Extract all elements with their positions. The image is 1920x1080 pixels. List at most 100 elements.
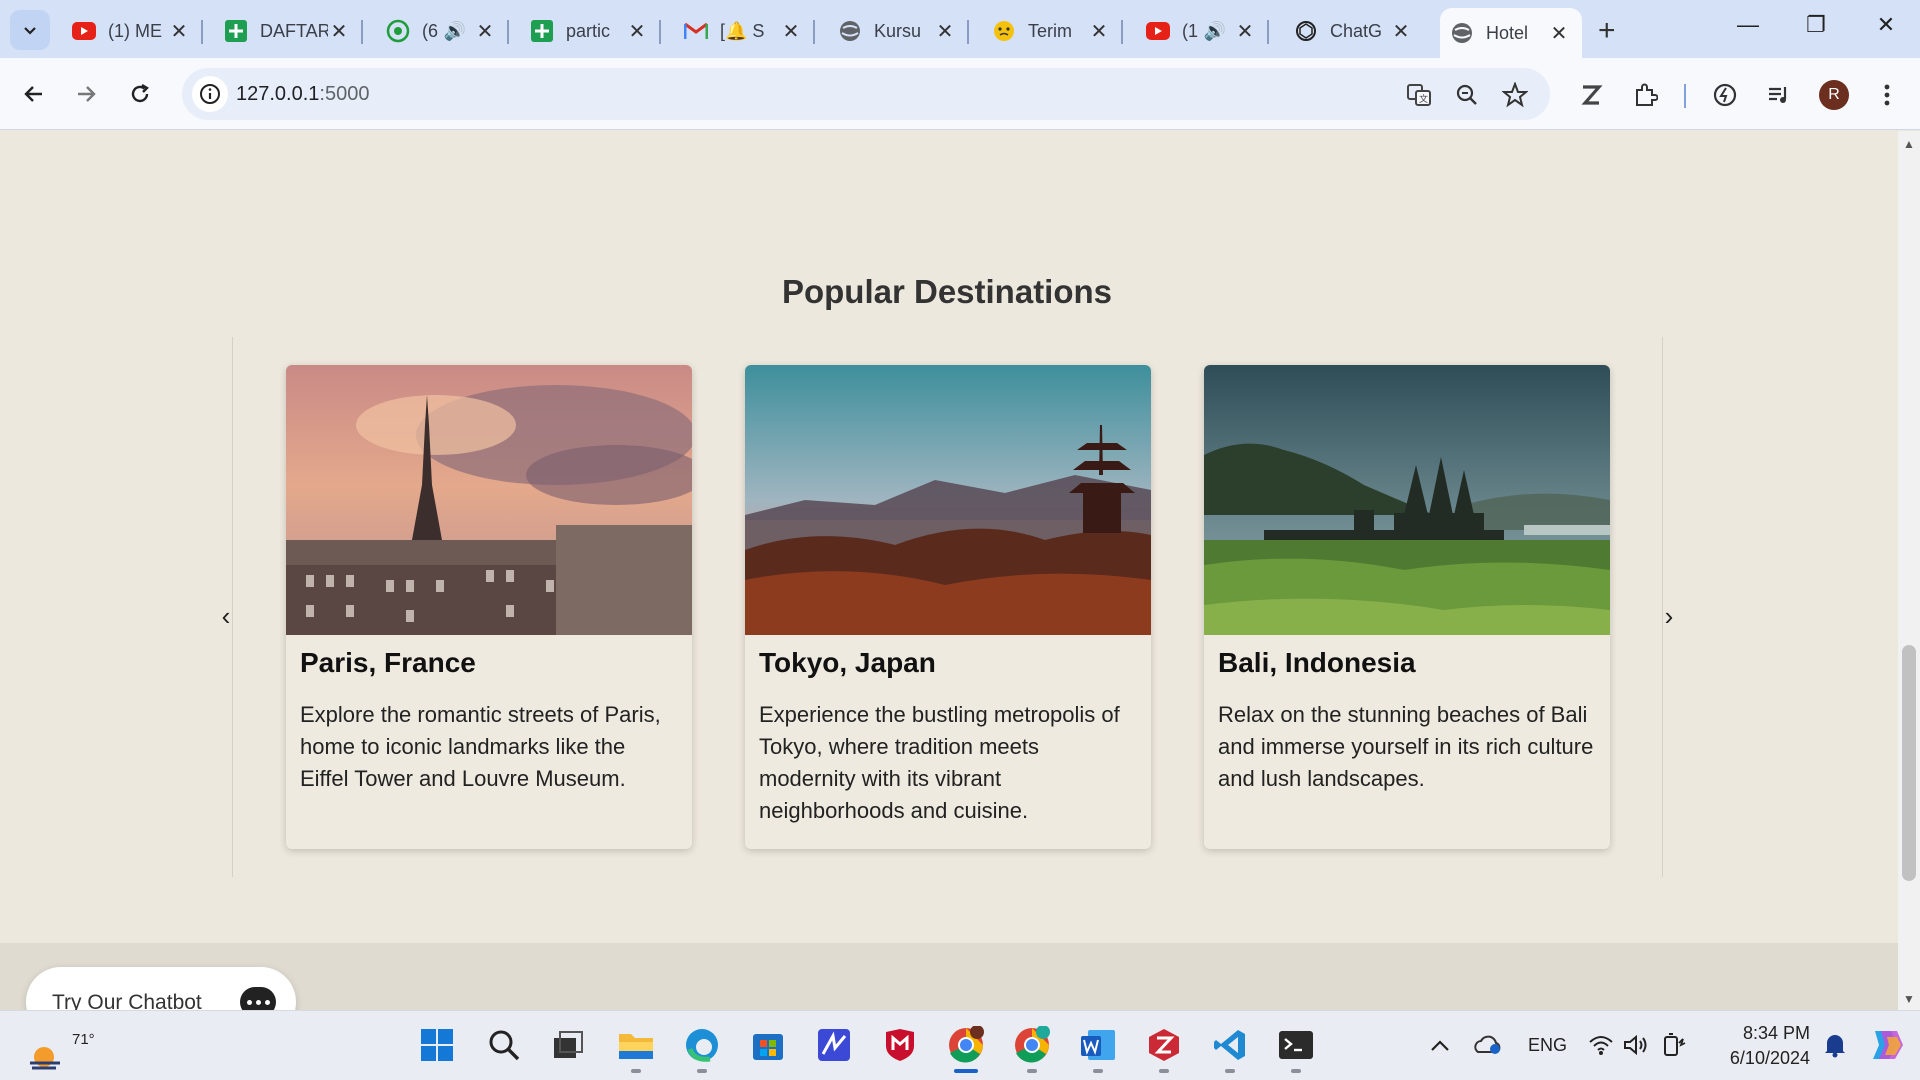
globe-icon: [1450, 21, 1474, 45]
windows-taskbar: 71° ENG 8:34 PM 6/10/2024: [0, 1010, 1920, 1080]
show-hidden-icons-button[interactable]: [1420, 1029, 1460, 1061]
destination-card-paris[interactable]: Paris, France Explore the romantic stree…: [286, 365, 692, 849]
destination-name: Bali, Indonesia: [1218, 647, 1416, 678]
browser-tab[interactable]: Kursu ✕: [828, 8, 969, 54]
language-indicator[interactable]: ENG: [1528, 1035, 1567, 1056]
weather-icon: [30, 1047, 60, 1070]
media-controls-icon[interactable]: [1764, 80, 1794, 110]
volume-icon[interactable]: [1620, 1029, 1654, 1061]
scroll-up-arrow-icon[interactable]: ▲: [1903, 137, 1915, 151]
destination-name: Paris, France: [300, 647, 476, 678]
chevron-up-icon: [1431, 1040, 1449, 1051]
svg-text:文: 文: [1419, 93, 1428, 105]
browser-tab[interactable]: (1) ME ✕: [62, 8, 203, 54]
browser-tab[interactable]: DAFTAR ✕: [214, 8, 363, 54]
minimize-button[interactable]: —: [1728, 12, 1768, 38]
tab-title: DAFTAR: [260, 20, 328, 41]
destination-card-bali[interactable]: Bali, Indonesia Relax on the stunning be…: [1204, 365, 1610, 849]
tab-search-button[interactable]: [10, 10, 50, 50]
close-icon[interactable]: ✕: [1234, 20, 1256, 43]
more-menu-icon[interactable]: [1872, 80, 1902, 110]
destination-card-tokyo[interactable]: Tokyo, Japan Experience the bustling met…: [745, 365, 1151, 849]
scroll-down-arrow-icon[interactable]: ▼: [1903, 992, 1915, 1006]
copilot-icon[interactable]: [1864, 1025, 1908, 1065]
browser-tab[interactable]: Terim ✕: [982, 8, 1123, 54]
forward-button[interactable]: [68, 76, 104, 112]
profile-avatar[interactable]: R: [1819, 80, 1849, 110]
notification-bell-icon[interactable]: [1818, 1029, 1852, 1061]
close-icon[interactable]: ✕: [1390, 20, 1412, 43]
weather-widget[interactable]: 71°: [24, 1023, 95, 1071]
bookmark-star-icon[interactable]: [1500, 80, 1530, 110]
browser-tab[interactable]: (6 🔊 ✕: [376, 8, 509, 54]
address-bar[interactable]: 127.0.0.1:5000 文: [182, 68, 1550, 120]
onedrive-tray-icon[interactable]: [1468, 1029, 1508, 1061]
chevron-down-icon: [24, 27, 36, 35]
task-view-icon: [554, 1031, 583, 1058]
close-icon[interactable]: ✕: [474, 20, 496, 43]
browser-tab-active[interactable]: Hotel ✕: [1440, 8, 1582, 58]
youtube-icon: [72, 19, 96, 43]
browser-tab[interactable]: [🔔 S ✕: [674, 8, 815, 54]
taskbar-store[interactable]: [748, 1025, 788, 1065]
translate-icon[interactable]: 文: [1404, 80, 1434, 110]
taskbar-word[interactable]: [1078, 1025, 1118, 1073]
store-icon: [753, 1034, 783, 1060]
destination-description: Explore the romantic streets of Paris, h…: [300, 702, 661, 791]
taskbar-app-purple[interactable]: [814, 1025, 854, 1065]
close-icon[interactable]: ✕: [934, 20, 956, 43]
back-button[interactable]: [16, 76, 52, 112]
folder-icon: [619, 1034, 653, 1059]
whatsapp-icon: [386, 19, 410, 43]
search-icon: [489, 1030, 520, 1061]
globe-icon: [838, 19, 862, 43]
start-button[interactable]: [417, 1025, 457, 1065]
close-window-button[interactable]: ✕: [1866, 12, 1906, 38]
taskbar-search-button[interactable]: [484, 1025, 524, 1065]
wifi-icon[interactable]: [1584, 1029, 1618, 1061]
gmail-icon: [684, 19, 708, 43]
carousel-next-button[interactable]: ›: [1657, 601, 1681, 632]
browser-toolbar: 127.0.0.1:5000 文 R: [0, 58, 1920, 130]
chatbot-button[interactable]: Try Our Chatbot: [26, 967, 296, 1010]
site-info-icon[interactable]: [192, 76, 228, 112]
page-scrollbar[interactable]: ▲ ▼: [1898, 131, 1920, 1010]
url-text[interactable]: 127.0.0.1:5000: [236, 83, 369, 106]
battery-icon[interactable]: [1656, 1029, 1690, 1061]
chatbot-label: Try Our Chatbot: [52, 991, 202, 1010]
close-icon[interactable]: ✕: [780, 20, 802, 43]
zoom-icon[interactable]: [1452, 80, 1482, 110]
taskbar-file-explorer[interactable]: [616, 1025, 656, 1073]
destination-name: Tokyo, Japan: [759, 647, 936, 678]
performance-icon[interactable]: [1710, 80, 1740, 110]
taskbar-mcafee[interactable]: [880, 1025, 920, 1065]
browser-tab[interactable]: partic ✕: [520, 8, 661, 54]
new-tab-button[interactable]: +: [1598, 14, 1616, 48]
taskbar-terminal[interactable]: [1276, 1025, 1316, 1073]
taskbar-vscode[interactable]: [1210, 1025, 1250, 1073]
restore-button[interactable]: ❐: [1796, 12, 1836, 38]
taskbar-chrome-profile[interactable]: [1012, 1025, 1052, 1073]
close-icon[interactable]: ✕: [1548, 22, 1570, 45]
taskbar-chrome[interactable]: [946, 1025, 986, 1073]
reload-button[interactable]: [122, 76, 158, 112]
taskbar-zotero[interactable]: [1144, 1025, 1184, 1073]
extensions-icon[interactable]: [1630, 80, 1660, 110]
sheets-icon: [224, 19, 248, 43]
zotero-icon: [1149, 1029, 1179, 1061]
close-icon[interactable]: ✕: [1088, 20, 1110, 43]
browser-tab[interactable]: (1 🔊 ✕: [1136, 8, 1269, 54]
close-icon[interactable]: ✕: [328, 20, 350, 43]
system-clock[interactable]: 8:34 PM 6/10/2024: [1700, 1021, 1810, 1071]
taskbar-edge[interactable]: [682, 1025, 722, 1073]
zotero-extension-icon[interactable]: [1576, 80, 1606, 110]
browser-tab[interactable]: ChatG ✕: [1284, 8, 1424, 54]
forward-arrow-icon: [78, 86, 96, 102]
task-view-button[interactable]: [548, 1025, 588, 1065]
speaker-icon: 🔊: [443, 20, 466, 41]
close-icon[interactable]: ✕: [168, 20, 190, 43]
scrollbar-thumb[interactable]: [1902, 645, 1916, 881]
carousel-prev-button[interactable]: ‹: [214, 601, 238, 632]
close-icon[interactable]: ✕: [626, 20, 648, 43]
tab-title: partic: [566, 20, 611, 41]
